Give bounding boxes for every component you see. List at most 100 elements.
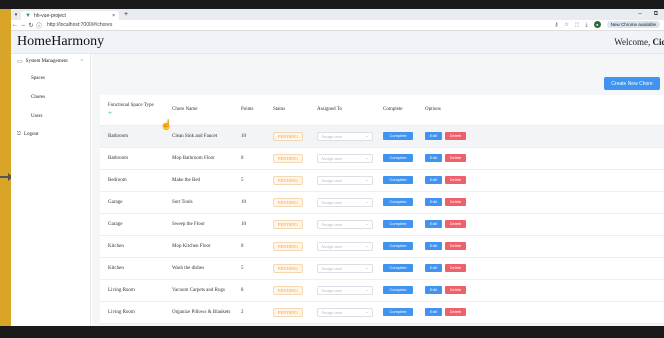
complete-button[interactable]: Complete	[383, 286, 413, 294]
delete-button[interactable]: Delete	[445, 132, 466, 140]
cell-space: Garage	[100, 213, 164, 236]
table-row: Garage Sweep the Floor 10 PENDING Assign use…	[100, 213, 664, 236]
chevron-down-icon: ⌄	[365, 177, 369, 182]
cell-space: Bathroom	[100, 147, 164, 170]
edit-button[interactable]: Edit	[425, 242, 442, 250]
cell-complete: Complete	[375, 235, 417, 258]
complete-button[interactable]: Complete	[383, 176, 413, 184]
profile-avatar[interactable]: ●	[593, 21, 601, 28]
delete-button[interactable]: Delete	[445, 154, 466, 162]
browser-tab[interactable]: ▼ hh-vue-project ×	[21, 11, 119, 20]
assign-placeholder: Assign user	[321, 177, 343, 183]
assign-user-select[interactable]: Assign user ⌄	[317, 263, 373, 273]
cell-options: Edit Delete	[417, 147, 664, 170]
delete-button[interactable]: Delete	[445, 308, 466, 316]
cell-space: Kitchen	[100, 257, 164, 280]
system-management-menu[interactable]: ▭ System Management ⌃	[11, 54, 90, 69]
assign-user-select[interactable]: Assign user ⌄	[317, 153, 373, 163]
assign-placeholder: Assign user	[321, 199, 343, 205]
edit-button[interactable]: Edit	[425, 286, 442, 294]
assign-user-select[interactable]: Assign user ⌄	[317, 285, 373, 295]
cell-status: PENDING	[265, 301, 309, 324]
cell-space: Living Room	[100, 279, 164, 302]
monitor-icon: ▭	[17, 59, 23, 65]
new-chrome-available-button[interactable]: New Chrome available	[606, 21, 660, 28]
assign-user-select[interactable]: Assign user ⌄	[317, 131, 373, 141]
edit-button[interactable]: Edit	[425, 154, 442, 162]
logout-item[interactable]: ⎋ Logout	[11, 126, 90, 142]
delete-button[interactable]: Delete	[445, 242, 466, 250]
status-badge: PENDING	[273, 197, 303, 207]
bookmark-star-icon[interactable]: ☆	[564, 22, 568, 28]
status-badge: PENDING	[273, 219, 303, 229]
edit-button[interactable]: Edit	[425, 220, 442, 228]
cell-space: Bedroom	[100, 169, 164, 192]
cell-space: Kitchen	[100, 235, 164, 258]
assign-user-select[interactable]: Assign user ⌄	[317, 175, 373, 185]
create-chore-button[interactable]: Create New Chore	[604, 77, 660, 90]
complete-button[interactable]: Complete	[383, 132, 413, 140]
url-field[interactable]: http://localhost:7000/#/chores	[47, 22, 112, 28]
forward-arrow-icon[interactable]: →	[19, 22, 27, 28]
table-row: Kitchen Mop Kitchen Floor 8 PENDING Assign u…	[100, 235, 664, 258]
edit-button[interactable]: Edit	[425, 264, 442, 272]
cell-assigned: Assign user ⌄	[309, 147, 375, 170]
col-options: Options	[417, 95, 664, 126]
complete-button[interactable]: Complete	[383, 198, 413, 206]
cell-complete: Complete	[375, 301, 417, 324]
sidebar-item-spaces[interactable]: Spaces	[11, 69, 90, 88]
minimize-button[interactable]: –	[638, 11, 641, 18]
restore-button[interactable]: ⧉	[654, 11, 658, 18]
complete-button[interactable]: Complete	[383, 264, 413, 272]
delete-button[interactable]: Delete	[445, 286, 466, 294]
cell-points: 8	[233, 279, 265, 302]
edit-button[interactable]: Edit	[425, 176, 442, 184]
new-tab-button[interactable]: +	[124, 11, 128, 18]
delete-button[interactable]: Delete	[445, 198, 466, 206]
back-arrow-icon[interactable]: ←	[11, 22, 19, 28]
logout-label: Logout	[23, 131, 39, 137]
assign-user-select[interactable]: Assign user ⌄	[317, 307, 373, 317]
cell-status: PENDING	[265, 191, 309, 214]
outer-bottom-bar	[0, 326, 664, 338]
delete-button[interactable]: Delete	[445, 220, 466, 228]
tab-list-chevron-icon[interactable]: ▾	[11, 12, 21, 18]
assign-user-select[interactable]: Assign user ⌄	[317, 241, 373, 251]
complete-button[interactable]: Complete	[383, 308, 413, 316]
delete-button[interactable]: Delete	[445, 176, 466, 184]
extensions-icon[interactable]: ⬚	[575, 22, 580, 28]
cell-points: 5	[233, 257, 265, 280]
site-info-icon[interactable]: ⓘ	[35, 21, 43, 30]
cell-status: PENDING	[265, 235, 309, 258]
tab-bar: ▾ ▼ hh-vue-project × + – ⧉	[11, 9, 664, 20]
chevron-down-icon: ⌄	[365, 133, 369, 138]
table-row: Bedroom Make the Bed 5 PENDING Assign user ⌄ C…	[100, 169, 664, 192]
sidebar-item-users[interactable]: Users	[11, 107, 90, 126]
assign-placeholder: Assign user	[321, 265, 343, 271]
assign-user-select[interactable]: Assign user ⌄	[317, 197, 373, 207]
status-badge: PENDING	[273, 241, 303, 251]
complete-button[interactable]: Complete	[383, 220, 413, 228]
assign-placeholder: Assign user	[321, 309, 343, 315]
add-space-icon[interactable]: +	[108, 110, 164, 117]
close-tab-icon[interactable]: ×	[112, 13, 115, 19]
edit-button[interactable]: Edit	[425, 308, 442, 316]
chevron-down-icon: ⌄	[365, 287, 369, 292]
password-key-icon[interactable]: ⚷	[555, 22, 559, 28]
delete-button[interactable]: Delete	[445, 264, 466, 272]
sidebar-item-chores[interactable]: Chores	[11, 88, 90, 107]
reload-icon[interactable]: ↻	[27, 22, 35, 29]
cell-options: Edit Delete	[417, 279, 664, 302]
edit-button[interactable]: Edit	[425, 198, 442, 206]
cell-options: Edit Delete	[417, 257, 664, 280]
complete-button[interactable]: Complete	[383, 242, 413, 250]
status-badge: PENDING	[273, 131, 303, 141]
assign-user-select[interactable]: Assign user ⌄	[317, 219, 373, 229]
address-bar: ← → ↻ ⓘ http://localhost:7000/#/chores ⚷…	[11, 20, 664, 31]
complete-button[interactable]: Complete	[383, 154, 413, 162]
brand-title: HomeHarmony	[17, 34, 105, 49]
edit-button[interactable]: Edit	[425, 132, 442, 140]
col-status: Status	[265, 95, 309, 126]
chevron-down-icon: ⌄	[365, 265, 369, 270]
download-icon[interactable]: ⤓	[586, 22, 588, 28]
